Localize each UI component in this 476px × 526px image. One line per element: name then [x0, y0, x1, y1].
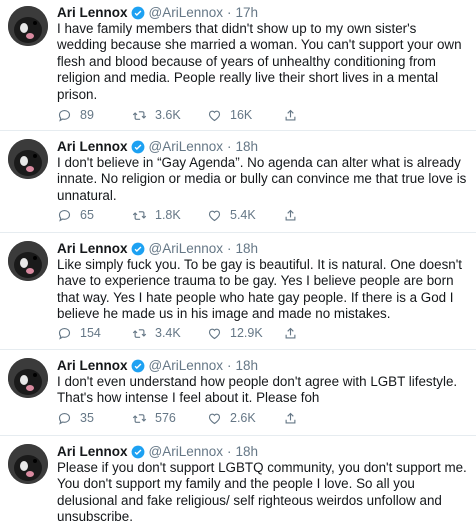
reply-button[interactable]: 35	[57, 411, 94, 426]
tweet[interactable]: Ari Lennox @AriLennox · 18h I don't beli…	[0, 131, 476, 233]
separator-dot: ·	[227, 241, 232, 256]
like-count: 12.9K	[230, 326, 263, 340]
share-button[interactable]	[283, 108, 306, 123]
avatar[interactable]	[8, 241, 48, 281]
reply-count: 89	[80, 108, 94, 122]
tweet-text: Like simply fuck you. To be gay is beaut…	[57, 257, 462, 322]
share-icon	[285, 327, 296, 338]
display-name[interactable]: Ari Lennox	[57, 139, 128, 155]
heart-icon	[208, 413, 221, 424]
display-name[interactable]: Ari Lennox	[57, 444, 128, 460]
verified-badge-icon	[131, 359, 144, 373]
user-handle[interactable]: @AriLennox	[149, 139, 224, 155]
reply-icon	[58, 412, 71, 425]
tweet-text: Please if you don't support LGBTQ commun…	[57, 460, 467, 525]
retweet-icon	[132, 210, 147, 220]
timestamp[interactable]: 18h	[236, 139, 259, 155]
retweet-count: 576	[155, 411, 176, 425]
like-button[interactable]: 12.9K	[207, 326, 263, 341]
verified-badge-icon	[131, 140, 144, 154]
avatar[interactable]	[8, 139, 48, 179]
user-handle[interactable]: @AriLennox	[149, 5, 224, 21]
timestamp[interactable]: 17h	[236, 5, 259, 21]
share-button[interactable]	[283, 326, 306, 341]
tweet[interactable]: Ari Lennox @AriLennox · 18h Please if yo…	[0, 436, 476, 525]
like-button[interactable]: 5.4K	[207, 208, 256, 223]
avatar[interactable]	[8, 444, 48, 484]
retweet-button[interactable]: 1.8K	[132, 208, 181, 223]
reply-icon	[58, 109, 71, 122]
verified-badge-icon	[131, 445, 144, 459]
tweet-text: I don't even understand how people don't…	[57, 374, 458, 406]
avatar[interactable]	[8, 6, 48, 46]
tweet[interactable]: Ari Lennox @AriLennox · 17h I have famil…	[0, 0, 476, 131]
tweet-text: I don't believe in “Gay Agenda”. No agen…	[57, 155, 467, 203]
tweet[interactable]: Ari Lennox @AriLennox · 18h Like simply …	[0, 233, 476, 350]
retweet-icon	[132, 110, 147, 120]
retweet-button[interactable]: 3.6K	[132, 108, 181, 123]
retweet-button[interactable]: 576	[132, 411, 176, 426]
display-name[interactable]: Ari Lennox	[57, 358, 128, 374]
reply-count: 65	[80, 208, 94, 222]
retweet-count: 3.6K	[155, 108, 181, 122]
retweet-icon	[132, 413, 147, 423]
heart-icon	[208, 110, 221, 121]
heart-icon	[208, 328, 221, 339]
share-icon	[285, 109, 296, 120]
retweet-count: 3.4K	[155, 326, 181, 340]
reply-count: 35	[80, 411, 94, 425]
user-handle[interactable]: @AriLennox	[149, 241, 224, 257]
like-count: 16K	[230, 108, 253, 122]
reply-button[interactable]: 89	[57, 108, 94, 123]
reply-count: 154	[80, 326, 101, 340]
share-icon	[285, 412, 296, 423]
display-name[interactable]: Ari Lennox	[57, 241, 128, 257]
separator-dot: ·	[227, 358, 232, 373]
user-handle[interactable]: @AriLennox	[149, 358, 224, 374]
reply-button[interactable]: 154	[57, 326, 101, 341]
share-icon	[285, 209, 296, 220]
user-handle[interactable]: @AriLennox	[149, 444, 224, 460]
like-count: 2.6K	[230, 411, 256, 425]
timestamp[interactable]: 18h	[236, 444, 259, 460]
separator-dot: ·	[227, 139, 232, 154]
reply-icon	[58, 327, 71, 340]
like-button[interactable]: 2.6K	[207, 411, 256, 426]
retweet-icon	[132, 328, 147, 338]
heart-icon	[208, 210, 221, 221]
retweet-count: 1.8K	[155, 208, 181, 222]
separator-dot: ·	[227, 444, 232, 459]
like-count: 5.4K	[230, 208, 256, 222]
verified-badge-icon	[131, 6, 144, 20]
verified-badge-icon	[131, 242, 144, 256]
retweet-button[interactable]: 3.4K	[132, 326, 181, 341]
avatar[interactable]	[8, 358, 48, 398]
share-button[interactable]	[283, 208, 306, 223]
reply-icon	[58, 209, 71, 222]
display-name[interactable]: Ari Lennox	[57, 5, 128, 21]
timestamp[interactable]: 18h	[236, 358, 259, 374]
share-button[interactable]	[283, 411, 306, 426]
reply-button[interactable]: 65	[57, 208, 94, 223]
like-button[interactable]: 16K	[207, 108, 252, 123]
separator-dot: ·	[227, 5, 232, 20]
timestamp[interactable]: 18h	[236, 241, 259, 257]
tweet[interactable]: Ari Lennox @AriLennox · 18h I don't even…	[0, 350, 476, 436]
tweet-text: I have family members that didn't show u…	[57, 21, 462, 102]
